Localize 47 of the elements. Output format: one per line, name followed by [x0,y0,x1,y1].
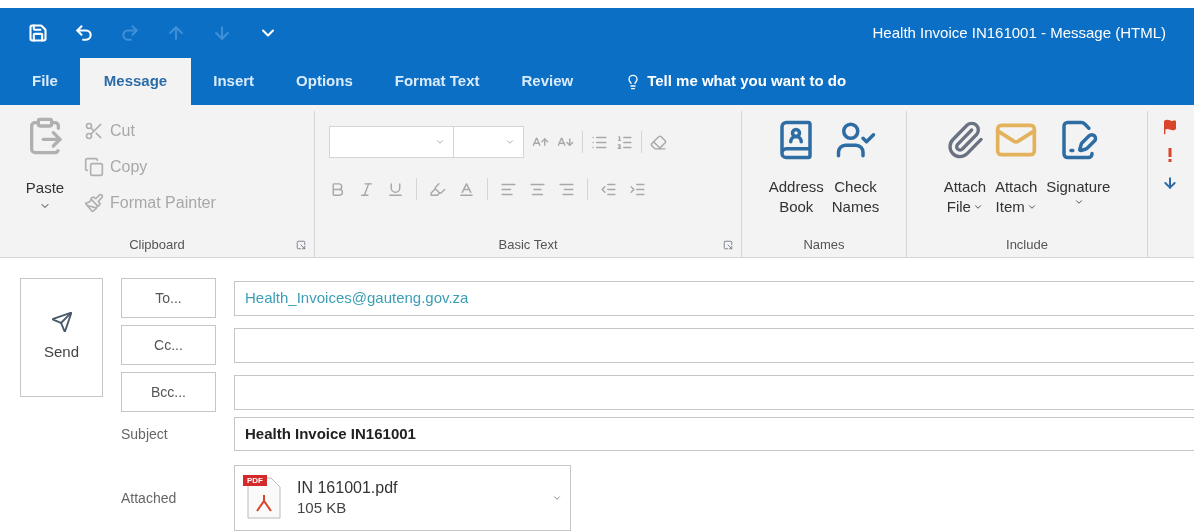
address-field[interactable] [234,374,1194,410]
ribbon-tab[interactable]: Insert [193,58,275,105]
ribbon-tab[interactable]: Review [501,58,594,105]
ribbon-button[interactable]: Check Names [829,115,882,233]
subject-field[interactable]: Health Invoice IN161001 [234,417,1194,451]
paintbrush-icon [84,193,104,213]
dialog-launcher-icon[interactable] [296,240,306,250]
window-title: Health Invoice IN161001 - Message (HTML) [872,22,1166,43]
caret-icon[interactable] [552,493,562,503]
tell-me-search[interactable]: Tell me what you want to do [647,70,847,93]
file-size: 105 KB [297,498,348,518]
caret-icon [1026,202,1037,212]
file-type-badge: PDF [243,475,267,486]
save-icon[interactable] [28,23,48,43]
ribbon-tab[interactable]: File [12,58,78,105]
recipient-button[interactable]: Bcc... [121,372,216,412]
group-label: Clipboard [129,236,185,255]
file-name: IN 161001.pdf [297,478,398,498]
attachment-card[interactable]: PDF IN 161001.pdf 105 KB [234,465,571,531]
ribbon-button[interactable]: Attach File [941,115,989,233]
group-label: Include [1006,236,1048,255]
undo-icon[interactable] [74,23,94,43]
dialog-launcher-icon[interactable] [723,240,733,250]
caret-icon [972,202,983,212]
caret-icon [1074,197,1085,207]
send-button[interactable]: Send [20,278,103,397]
paste-button[interactable]: Paste [20,113,70,233]
address-field[interactable] [234,327,1194,363]
ribbon-tab[interactable]: Message [79,58,192,105]
ribbon-tab[interactable]: Format Text [374,58,500,105]
group-label: Names [803,236,845,255]
subject-label: Subject [121,424,169,444]
flag-icon[interactable] [1162,119,1178,135]
ribbon-button[interactable]: Attach Item [992,115,1041,233]
ribbon-tab[interactable]: Options [276,58,373,105]
caret-icon [505,137,515,147]
scissors-icon [84,121,104,141]
copy-icon [84,157,104,177]
send-icon [50,311,73,334]
group-label: Basic Text [498,236,558,255]
ribbon-button[interactable]: Address Book [766,115,826,233]
attached-label: Attached [121,488,178,508]
document-icon [247,477,281,519]
caret-icon [435,137,445,147]
recipient-button[interactable]: Cc... [121,325,216,365]
ribbon-button[interactable]: Signature [1044,115,1113,233]
recipient-button[interactable]: To... [121,278,216,318]
